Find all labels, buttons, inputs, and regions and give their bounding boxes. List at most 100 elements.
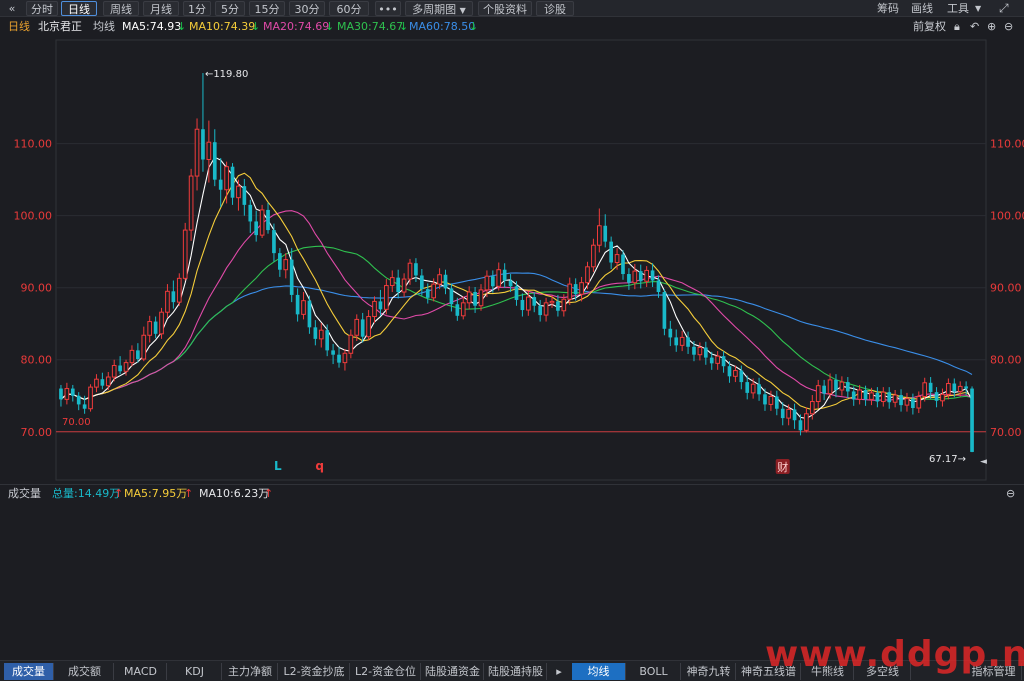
candle-body-down: [863, 390, 868, 400]
candle-body-down: [911, 398, 915, 409]
candle-body-down: [798, 420, 803, 431]
tab-northbound-flow[interactable]: 陆股通资金: [422, 663, 484, 680]
candle-body-down: [538, 305, 542, 316]
tab-main-net[interactable]: 主力净额: [223, 663, 278, 680]
candle-body-down: [692, 346, 696, 355]
more-periods-button[interactable]: •••: [375, 1, 401, 16]
diagnose-button[interactable]: 诊股: [536, 1, 574, 16]
candle-body-down: [627, 274, 631, 283]
candle-body-down: [242, 186, 247, 205]
volume-header: 成交量 总量:14.49万 ↑ MA5:7.95万 ↑ MA10:6.23万 ↑…: [0, 484, 1024, 502]
candle-body-down: [739, 370, 744, 383]
tab-northbound-hold[interactable]: 陆股通持股: [485, 663, 547, 680]
tabs-divider: ▸: [556, 665, 562, 678]
tab-turnover[interactable]: 成交额: [56, 663, 114, 680]
candle-body-up: [206, 141, 212, 160]
volume-ma5: MA5:7.95万: [124, 487, 188, 500]
candle-body-up: [839, 381, 845, 391]
price-tick-left: 100.00: [14, 210, 53, 223]
back-button[interactable]: «: [2, 1, 22, 16]
stock-info-button[interactable]: 个股资料: [478, 1, 532, 16]
chart-grid: [55, 39, 987, 481]
tab-period-30min[interactable]: 30分: [289, 1, 325, 16]
price-tick-right: 90.00: [990, 282, 1022, 295]
tab-l2-position[interactable]: L2-资金仓位: [351, 663, 421, 680]
candle-body-down: [136, 350, 140, 360]
tools-button[interactable]: 工具: [947, 1, 969, 16]
tab-period-1min[interactable]: 1分: [183, 1, 211, 16]
candle-body-down: [455, 304, 460, 316]
tab-ma[interactable]: 均线: [572, 663, 626, 680]
kline-chart[interactable]: 110.00 110.00 100.00 100.00 90.00 90.00 80.00 8…: [0, 36, 1024, 484]
tab-period-weekly[interactable]: 周线: [103, 1, 139, 16]
candle-body-down: [443, 274, 448, 289]
ma5-down-arrow-icon: ↓: [177, 20, 187, 33]
candle-body-down: [59, 388, 63, 400]
candle-body-up: [176, 277, 182, 303]
candle-body-up: [892, 394, 898, 403]
ma20-down-arrow-icon: ↓: [325, 20, 335, 33]
high-price-label: ←119.80: [205, 69, 248, 80]
zoom-in-icon[interactable]: ⊕: [987, 18, 996, 36]
candle-body-down: [425, 289, 430, 298]
avg-label[interactable]: 均线: [93, 18, 115, 36]
lock-icon[interactable]: 🔒︎: [954, 18, 960, 36]
candle-body-down: [76, 395, 81, 405]
candle-body-down: [851, 391, 856, 400]
multi-period-dropdown[interactable]: 多周期图 ▼: [405, 1, 473, 16]
tab-period-15min[interactable]: 15分: [249, 1, 285, 16]
candle-body-down: [934, 392, 939, 401]
candle-body-up: [804, 413, 809, 431]
candle-body-up: [857, 389, 862, 400]
adjust-mode[interactable]: 前复权: [913, 18, 946, 36]
candle-body-up: [484, 275, 490, 291]
tab-td9[interactable]: 神奇九转: [682, 663, 736, 680]
candle-body-down: [70, 388, 75, 396]
tab-period-5min[interactable]: 5分: [215, 1, 245, 16]
price-panel: [55, 39, 987, 481]
tools-caret-icon[interactable]: ▼: [975, 1, 981, 16]
candle-body-down: [763, 394, 767, 405]
candle-body-down: [721, 356, 726, 367]
volume-total: 总量:14.49万: [52, 487, 121, 500]
candle-body-down: [278, 253, 282, 270]
tab-period-daily[interactable]: 日线: [61, 1, 97, 16]
candle-body-down: [887, 392, 892, 403]
event-marker-l: L: [274, 459, 282, 473]
candle-body-down: [845, 382, 850, 392]
candle-body-down: [662, 292, 667, 329]
period-label: 日线: [8, 20, 30, 33]
candle-body-down: [774, 396, 779, 409]
multi-period-label: 多周期图: [412, 3, 457, 16]
candle-body-up: [922, 382, 928, 397]
tab-period-monthly[interactable]: 月线: [143, 1, 179, 16]
candle-body-down: [703, 347, 708, 358]
candle-body-up: [188, 175, 194, 231]
undo-icon[interactable]: ↶: [970, 18, 979, 36]
stock-name: 北京君正: [38, 20, 82, 33]
collapse-icon[interactable]: ⊖: [1006, 485, 1015, 503]
candle-body-up: [478, 289, 484, 307]
tab-kdj[interactable]: KDJ: [168, 663, 222, 680]
tab-period-intraday[interactable]: 分时: [26, 1, 58, 16]
zoom-out-icon[interactable]: ⊖: [1004, 18, 1013, 36]
candle-body-up: [224, 166, 229, 191]
candle-body-up: [141, 334, 147, 360]
tab-boll[interactable]: BOLL: [627, 663, 681, 680]
tab-period-60min[interactable]: 60分: [329, 1, 369, 16]
tab-volume[interactable]: 成交量: [4, 663, 54, 680]
price-tick-left: 110.00: [14, 138, 53, 151]
candle-body-up: [567, 283, 573, 300]
candle-body-down: [396, 277, 401, 293]
chips-button[interactable]: 筹码: [877, 1, 899, 16]
candle-body-up: [579, 282, 584, 295]
tab-macd[interactable]: MACD: [115, 663, 167, 680]
candle-body-down: [556, 301, 560, 311]
draw-line-button[interactable]: 画线: [911, 1, 933, 16]
candle-body-up: [236, 185, 241, 199]
fullscreen-icon[interactable]: ⤢: [999, 1, 1009, 16]
candle-body-down: [668, 328, 673, 338]
candle-body-down: [502, 269, 507, 281]
candle-body-down: [964, 386, 968, 389]
tab-l2-bottom[interactable]: L2-资金抄底: [279, 663, 350, 680]
